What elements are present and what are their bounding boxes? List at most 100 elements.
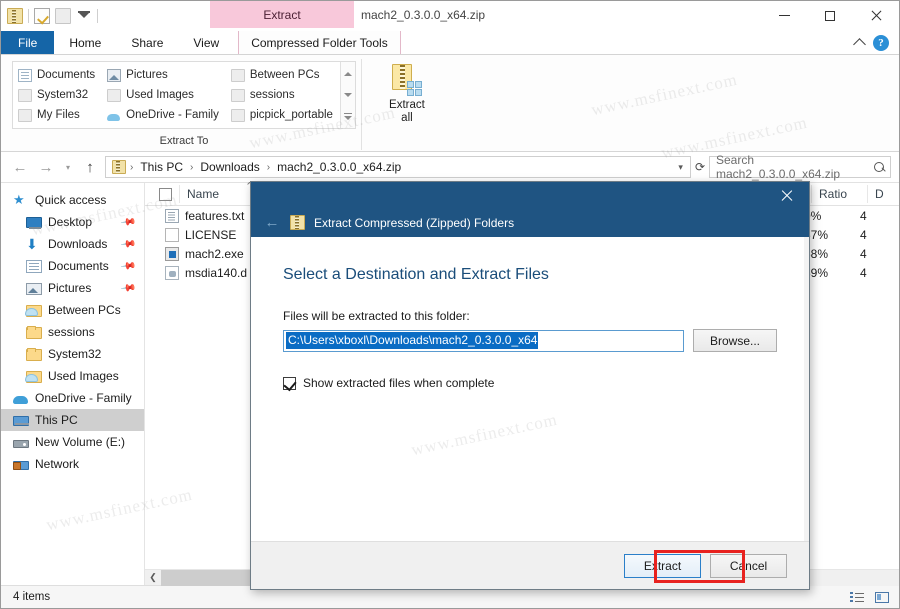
sidebar-item-system32[interactable]: System32	[1, 343, 144, 365]
extract-button[interactable]: Extract	[624, 553, 701, 578]
select-all-checkbox[interactable]	[159, 187, 172, 201]
sidebar-item-used-images[interactable]: Used Images	[1, 365, 144, 387]
gallery-column-1: Documents System32 My Files	[13, 62, 102, 128]
destination-path-label: Files will be extracted to this folder:	[283, 309, 470, 323]
drive-icon	[13, 439, 29, 448]
destination-path-row: C:\Users\xboxl\Downloads\mach2_0.3.0.0_x…	[283, 329, 777, 352]
tab-compressed-folder-tools[interactable]: Compressed Folder Tools	[238, 31, 401, 54]
documents-icon	[26, 259, 42, 273]
ribbon-group-extract-all: Extract all	[362, 59, 443, 150]
forward-button[interactable]: →	[35, 156, 57, 178]
zip-folder-icon	[290, 215, 305, 230]
quick-access-toolbar	[1, 3, 104, 29]
scroll-left-button[interactable]: ❮	[145, 570, 161, 586]
sidebar-item-pictures[interactable]: Pictures 📌	[1, 277, 144, 299]
gallery-item-documents[interactable]: Documents	[13, 65, 102, 85]
search-input[interactable]: Search mach2_0.3.0.0_x64.zip	[709, 153, 891, 181]
gallery-item-picpick-portable[interactable]: picpick_portable	[226, 105, 340, 125]
sidebar-item-label: New Volume (E:)	[35, 435, 126, 449]
gallery-item-onedrive-family[interactable]: OneDrive - Family	[102, 105, 226, 125]
new-folder-icon[interactable]	[55, 8, 71, 24]
destination-path-input[interactable]: C:\Users\xboxl\Downloads\mach2_0.3.0.0_x…	[283, 329, 684, 352]
ribbon-tab-strip: File Home Share View Compressed Folder T…	[1, 31, 899, 55]
cloud-folder-icon	[25, 370, 42, 383]
sidebar-item-between-pcs[interactable]: Between PCs	[1, 299, 144, 321]
gallery-scroll-up-button[interactable]	[341, 64, 355, 84]
address-bar[interactable]: › This PC › Downloads › mach2_0.3.0.0_x6…	[105, 156, 691, 178]
tab-home[interactable]: Home	[54, 31, 116, 54]
column-header-date[interactable]: D	[867, 185, 897, 203]
sidebar-item-documents[interactable]: Documents 📌	[1, 255, 144, 277]
tab-file[interactable]: File	[1, 31, 55, 54]
up-button[interactable]: ↑	[79, 156, 101, 178]
qat-divider-2	[97, 9, 98, 23]
gallery-item-used-images[interactable]: Used Images	[102, 85, 226, 105]
sidebar-item-onedrive-family[interactable]: OneDrive - Family	[1, 387, 144, 409]
tab-share[interactable]: Share	[116, 31, 178, 54]
sidebar-item-this-pc[interactable]: This PC	[1, 409, 144, 431]
pin-icon[interactable]: 📌	[119, 214, 136, 230]
folder-icon	[26, 347, 42, 361]
onedrive-icon	[107, 109, 121, 122]
show-extracted-files-checkbox[interactable]	[283, 376, 296, 390]
contextual-tab-header: Extract	[210, 1, 354, 28]
sidebar-item-sessions[interactable]: sessions	[1, 321, 144, 343]
pin-icon[interactable]: 📌	[119, 280, 136, 296]
dialog-close-button[interactable]	[764, 182, 809, 208]
chevron-up-icon[interactable]	[853, 37, 866, 51]
pin-icon[interactable]: 📌	[119, 236, 136, 252]
close-button[interactable]	[853, 1, 899, 30]
column-header-ratio[interactable]: Ratio	[811, 185, 867, 203]
maximize-button[interactable]	[807, 1, 853, 30]
cancel-button[interactable]: Cancel	[710, 553, 787, 578]
close-icon	[870, 10, 882, 22]
item-count-label: 4 items	[13, 591, 51, 603]
zip-folder-icon	[112, 160, 126, 174]
refresh-icon[interactable]: ⟳	[695, 160, 705, 174]
sidebar-item-quick-access[interactable]: ★ Quick access	[1, 189, 144, 211]
gallery-item-label: picpick_portable	[249, 109, 333, 121]
sidebar-item-label: Desktop	[48, 215, 93, 229]
cloud-folder-icon	[25, 304, 42, 317]
large-icons-view-button[interactable]	[871, 588, 893, 607]
breadcrumb-current-zip[interactable]: mach2_0.3.0.0_x64.zip	[274, 158, 404, 176]
file-name: mach2.exe	[185, 246, 244, 261]
dialog-back-button[interactable]: ←	[263, 214, 281, 232]
recent-locations-button[interactable]: ▾	[61, 156, 75, 178]
ribbon: Documents System32 My Files Pictures Use…	[1, 55, 899, 152]
customize-qat-icon[interactable]	[76, 8, 92, 24]
back-button[interactable]: ←	[9, 156, 31, 178]
gallery-item-pictures[interactable]: Pictures	[102, 65, 226, 85]
chevron-down-icon[interactable]: ▾	[675, 162, 686, 173]
tab-view[interactable]: View	[178, 31, 234, 54]
view-buttons	[846, 588, 893, 607]
sidebar-item-downloads[interactable]: ⬇ Downloads 📌	[1, 233, 144, 255]
sidebar-item-desktop[interactable]: Desktop 📌	[1, 211, 144, 233]
minimize-button[interactable]	[761, 1, 807, 30]
gallery-item-my-files[interactable]: My Files	[13, 105, 102, 125]
gallery-more-button[interactable]	[341, 106, 355, 126]
zip-folder-icon[interactable]	[7, 8, 23, 24]
breadcrumb-this-pc[interactable]: This PC	[137, 158, 186, 176]
show-extracted-files-row[interactable]: Show extracted files when complete	[283, 376, 777, 390]
gallery-item-sessions[interactable]: sessions	[226, 85, 340, 105]
pictures-icon	[26, 282, 42, 295]
search-placeholder: Search mach2_0.3.0.0_x64.zip	[716, 153, 841, 181]
dialog-edge	[804, 237, 809, 541]
gallery-scroll-down-button[interactable]	[341, 85, 355, 105]
extract-all-button[interactable]: Extract all	[376, 59, 438, 125]
sidebar-item-new-volume-e[interactable]: New Volume (E:)	[1, 431, 144, 453]
properties-icon[interactable]	[34, 8, 50, 24]
file-name: features.txt	[185, 208, 245, 223]
folder-icon	[230, 108, 245, 122]
details-view-button[interactable]	[846, 588, 868, 607]
text-file-icon	[165, 208, 179, 223]
gallery-item-between-pcs[interactable]: Between PCs	[226, 65, 340, 85]
gallery-item-system32[interactable]: System32	[13, 85, 102, 105]
search-icon	[873, 161, 884, 173]
browse-button[interactable]: Browse...	[693, 329, 777, 352]
sidebar-item-network[interactable]: Network	[1, 453, 144, 475]
pin-icon[interactable]: 📌	[119, 258, 136, 274]
help-icon[interactable]: ?	[873, 34, 889, 51]
breadcrumb-downloads[interactable]: Downloads	[197, 158, 262, 176]
